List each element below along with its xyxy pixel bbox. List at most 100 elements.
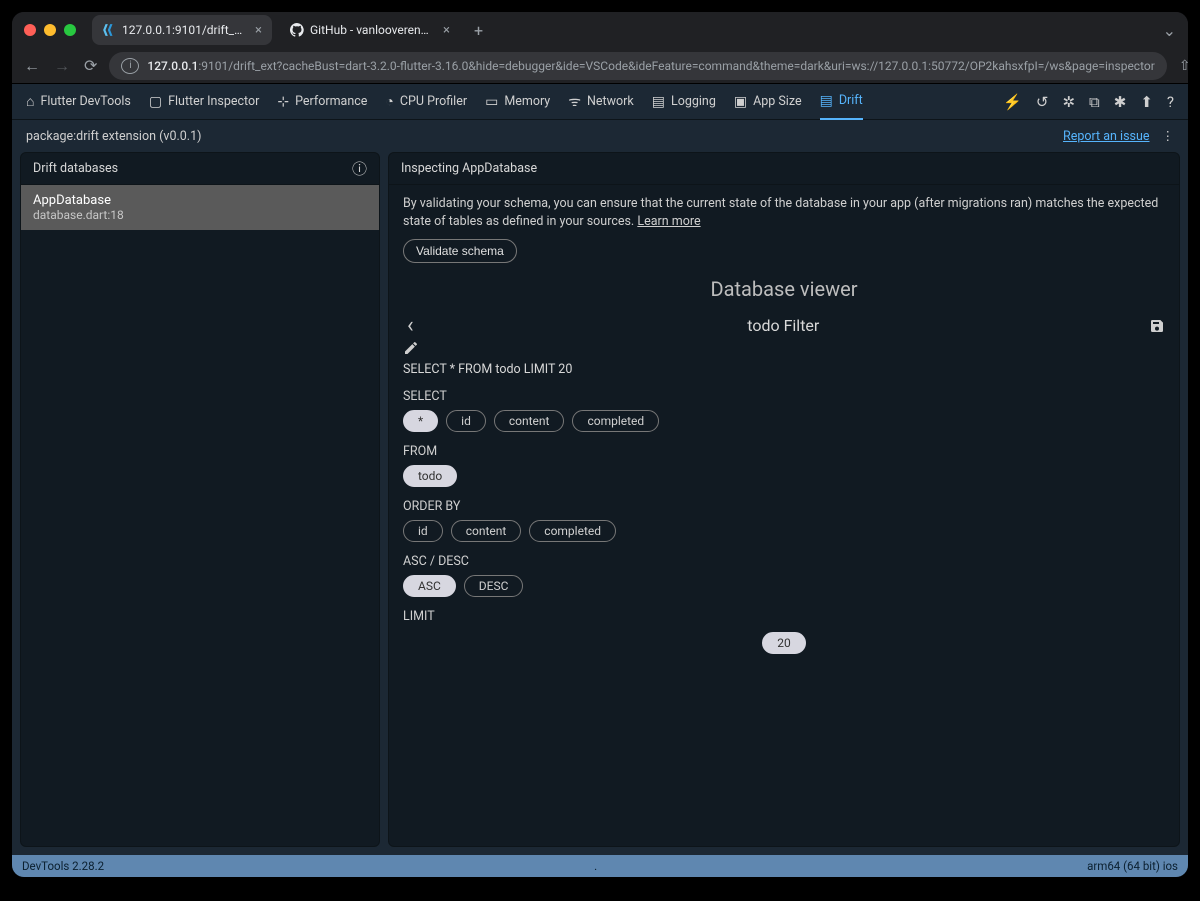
- devtools-favicon-icon: [102, 23, 116, 37]
- chevron-left-icon[interactable]: ‹: [403, 313, 418, 338]
- tab-memory[interactable]: ▭Memory: [485, 84, 550, 120]
- panels: Drift databases ⓘ AppDatabase database.d…: [12, 152, 1188, 855]
- phone-icon: ▢: [149, 94, 162, 110]
- browser-tab-bar: 127.0.0.1:9101/drift_ext?cach… × GitHub …: [12, 12, 1188, 48]
- url-text: 127.0.0.1:9101/drift_ext?cacheBust=dart-…: [147, 59, 1154, 73]
- devtools-tabs: ⌂Flutter DevTools ▢Flutter Inspector ⊹Pe…: [12, 84, 1188, 120]
- status-bar: DevTools 2.28.2 . arm64 (64 bit) ios: [12, 855, 1188, 877]
- nav-controls: ← → ⟳: [24, 56, 97, 76]
- platform-info: arm64 (64 bit) ios: [1087, 859, 1178, 873]
- browser-tab-0[interactable]: 127.0.0.1:9101/drift_ext?cach… ×: [92, 15, 272, 45]
- tab-network[interactable]: ᯤNetwork: [568, 84, 634, 120]
- chip-id[interactable]: id: [446, 410, 486, 432]
- github-favicon-icon: [290, 23, 304, 37]
- close-icon[interactable]: ×: [255, 23, 262, 38]
- chip-completed[interactable]: completed: [529, 520, 616, 542]
- panel-body: By validating your schema, you can ensur…: [389, 185, 1179, 846]
- tab-drift[interactable]: ▤Drift: [820, 84, 863, 120]
- bolt-icon[interactable]: ⚡: [1003, 93, 1022, 111]
- chips-select: * id content completed: [403, 410, 1165, 432]
- upload-icon[interactable]: ⬆: [1140, 93, 1153, 111]
- devtools-version: DevTools 2.28.2: [22, 859, 104, 873]
- new-tab-icon[interactable]: +: [468, 21, 489, 40]
- kebab-icon[interactable]: ⋮: [1162, 128, 1175, 144]
- section-label-from: FROM: [403, 444, 1165, 459]
- chip-desc[interactable]: DESC: [464, 575, 524, 597]
- extension-icon[interactable]: ⧉: [1089, 93, 1100, 111]
- window-minimize-icon[interactable]: [44, 24, 56, 36]
- tab-performance[interactable]: ⊹Performance: [277, 84, 367, 120]
- package-row: package:drift extension (v0.0.1) Report …: [12, 120, 1188, 152]
- window-controls: [24, 24, 76, 36]
- forward-icon[interactable]: →: [54, 56, 70, 76]
- validation-description: By validating your schema, you can ensur…: [403, 195, 1165, 231]
- site-info-icon[interactable]: i: [121, 58, 139, 74]
- query-text: SELECT * FROM todo LIMIT 20: [403, 362, 1165, 377]
- share-icon[interactable]: ⇧: [1179, 58, 1188, 74]
- section-label-limit: LIMIT: [403, 609, 1165, 624]
- tab-cpu-profiler[interactable]: ◔CPU Profiler: [385, 84, 467, 120]
- gauge-icon: ◔: [385, 93, 393, 110]
- help-icon[interactable]: ?: [1167, 93, 1174, 111]
- chips-orderby: id content completed: [403, 520, 1165, 542]
- browser-actions: ⇧ ☆ ◧ ◯ 更新 ⋮: [1179, 44, 1188, 88]
- memory-icon: ▭: [485, 94, 498, 110]
- learn-more-link[interactable]: Learn more: [637, 214, 700, 229]
- save-icon[interactable]: [1149, 318, 1165, 334]
- viewer-title: Database viewer: [403, 277, 1165, 301]
- chips-ascdesc: ASC DESC: [403, 575, 1165, 597]
- filter-title: todo Filter: [418, 316, 1149, 335]
- tab-flutter-inspector[interactable]: ▢Flutter Inspector: [149, 84, 260, 120]
- chip-star[interactable]: *: [403, 410, 438, 432]
- limit-row: 20: [403, 632, 1165, 654]
- tab-flutter-devtools[interactable]: ⌂Flutter DevTools: [26, 84, 131, 120]
- database-name: AppDatabase: [33, 193, 367, 208]
- bug-icon[interactable]: ✱: [1114, 93, 1127, 111]
- section-label-orderby: ORDER BY: [403, 499, 1165, 514]
- tab-logging[interactable]: ▤Logging: [652, 84, 716, 120]
- validate-schema-button[interactable]: Validate schema: [403, 239, 517, 263]
- database-location: database.dart:18: [33, 208, 367, 222]
- gear-icon[interactable]: ✲: [1062, 93, 1075, 111]
- report-issue-link[interactable]: Report an issue: [1063, 129, 1149, 144]
- section-label-select: SELECT: [403, 389, 1165, 404]
- edit-icon[interactable]: [403, 340, 1165, 356]
- drift-databases-panel: Drift databases ⓘ AppDatabase database.d…: [20, 152, 380, 847]
- database-icon: ▤: [820, 93, 833, 109]
- browser-tab-title: 127.0.0.1:9101/drift_ext?cach…: [122, 23, 245, 37]
- window-close-icon[interactable]: [24, 24, 36, 36]
- browser-tab-title: GitHub - vanlooverenkoen/db…: [310, 23, 433, 37]
- package-title: package:drift extension (v0.0.1): [26, 129, 201, 144]
- chip-limit-value[interactable]: 20: [762, 632, 806, 654]
- tab-app-size[interactable]: ▣App Size: [734, 84, 802, 120]
- perf-icon: ⊹: [277, 94, 289, 110]
- home-icon: ⌂: [26, 93, 34, 110]
- chip-completed[interactable]: completed: [572, 410, 659, 432]
- inspecting-panel: Inspecting AppDatabase By validating you…: [388, 152, 1180, 847]
- reload-icon[interactable]: ⟳: [84, 56, 97, 76]
- address-bar: ← → ⟳ i 127.0.0.1:9101/drift_ext?cacheBu…: [12, 48, 1188, 84]
- back-icon[interactable]: ←: [24, 56, 40, 76]
- filter-header-row: ‹ todo Filter: [403, 313, 1165, 338]
- status-center: .: [104, 859, 1087, 873]
- log-icon: ▤: [652, 94, 665, 110]
- window-maximize-icon[interactable]: [64, 24, 76, 36]
- chip-id[interactable]: id: [403, 520, 443, 542]
- devtools-page: ⌂Flutter DevTools ▢Flutter Inspector ⊹Pe…: [12, 84, 1188, 877]
- devtools-actions: ⚡ ↺ ✲ ⧉ ✱ ⬆ ?: [1003, 93, 1174, 111]
- chip-asc[interactable]: ASC: [403, 575, 456, 597]
- database-item[interactable]: AppDatabase database.dart:18: [21, 185, 379, 230]
- panel-header: Inspecting AppDatabase: [389, 153, 1179, 185]
- section-label-ascdesc: ASC / DESC: [403, 554, 1165, 569]
- browser-tab-1[interactable]: GitHub - vanlooverenkoen/db… ×: [280, 15, 460, 45]
- url-field[interactable]: i 127.0.0.1:9101/drift_ext?cacheBust=dar…: [109, 52, 1166, 80]
- chip-content[interactable]: content: [494, 410, 565, 432]
- chip-todo[interactable]: todo: [403, 465, 457, 487]
- history-icon[interactable]: ↺: [1036, 93, 1049, 111]
- chevron-down-icon[interactable]: ⌄: [1163, 21, 1176, 40]
- panel-header: Drift databases ⓘ: [21, 153, 379, 185]
- chip-content[interactable]: content: [451, 520, 522, 542]
- close-icon[interactable]: ×: [443, 23, 450, 38]
- browser-window: 127.0.0.1:9101/drift_ext?cach… × GitHub …: [12, 12, 1188, 877]
- info-icon[interactable]: ⓘ: [352, 158, 367, 179]
